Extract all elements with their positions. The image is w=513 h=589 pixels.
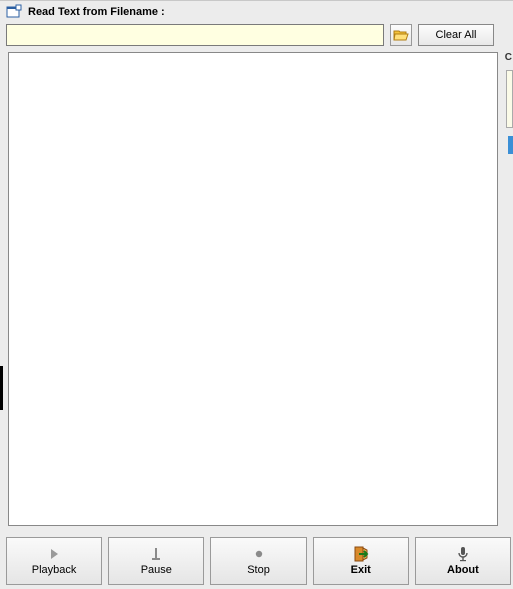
- pause-marker-icon: [148, 546, 164, 562]
- stop-button[interactable]: Stop: [210, 537, 306, 585]
- about-label: About: [447, 564, 479, 576]
- stop-dot-icon: [251, 546, 267, 562]
- header-row: Read Text from Filename :: [0, 0, 513, 22]
- right-fragment-box: [506, 70, 513, 128]
- exit-button[interactable]: Exit: [313, 537, 409, 585]
- file-row: Clear All: [0, 22, 513, 52]
- clear-all-button[interactable]: Clear All: [418, 24, 494, 46]
- right-fragment-letter: C: [505, 52, 512, 63]
- filename-input[interactable]: [6, 24, 384, 46]
- browse-button[interactable]: [390, 24, 412, 46]
- right-fragment-highlight: [508, 136, 513, 154]
- exit-door-icon: [353, 546, 369, 562]
- playback-button[interactable]: Playback: [6, 537, 102, 585]
- pause-label: Pause: [141, 564, 172, 576]
- about-button[interactable]: About: [415, 537, 511, 585]
- app-icon: [6, 4, 22, 20]
- app-root: Read Text from Filename : Clear All C: [0, 0, 513, 589]
- exit-label: Exit: [351, 564, 371, 576]
- microphone-icon: [455, 546, 471, 562]
- playback-label: Playback: [32, 564, 77, 576]
- left-edge-mark: [0, 366, 3, 410]
- bottom-toolbar: Playback Pause Stop: [4, 537, 513, 585]
- play-icon: [46, 546, 62, 562]
- pause-button[interactable]: Pause: [108, 537, 204, 585]
- main-textarea[interactable]: [9, 53, 497, 525]
- top-divider: [0, 0, 513, 1]
- folder-open-icon: [393, 27, 409, 43]
- stop-label: Stop: [247, 564, 270, 576]
- header-label: Read Text from Filename :: [28, 6, 165, 18]
- right-panel-fragment: C: [504, 52, 513, 526]
- text-area-container: [8, 52, 498, 526]
